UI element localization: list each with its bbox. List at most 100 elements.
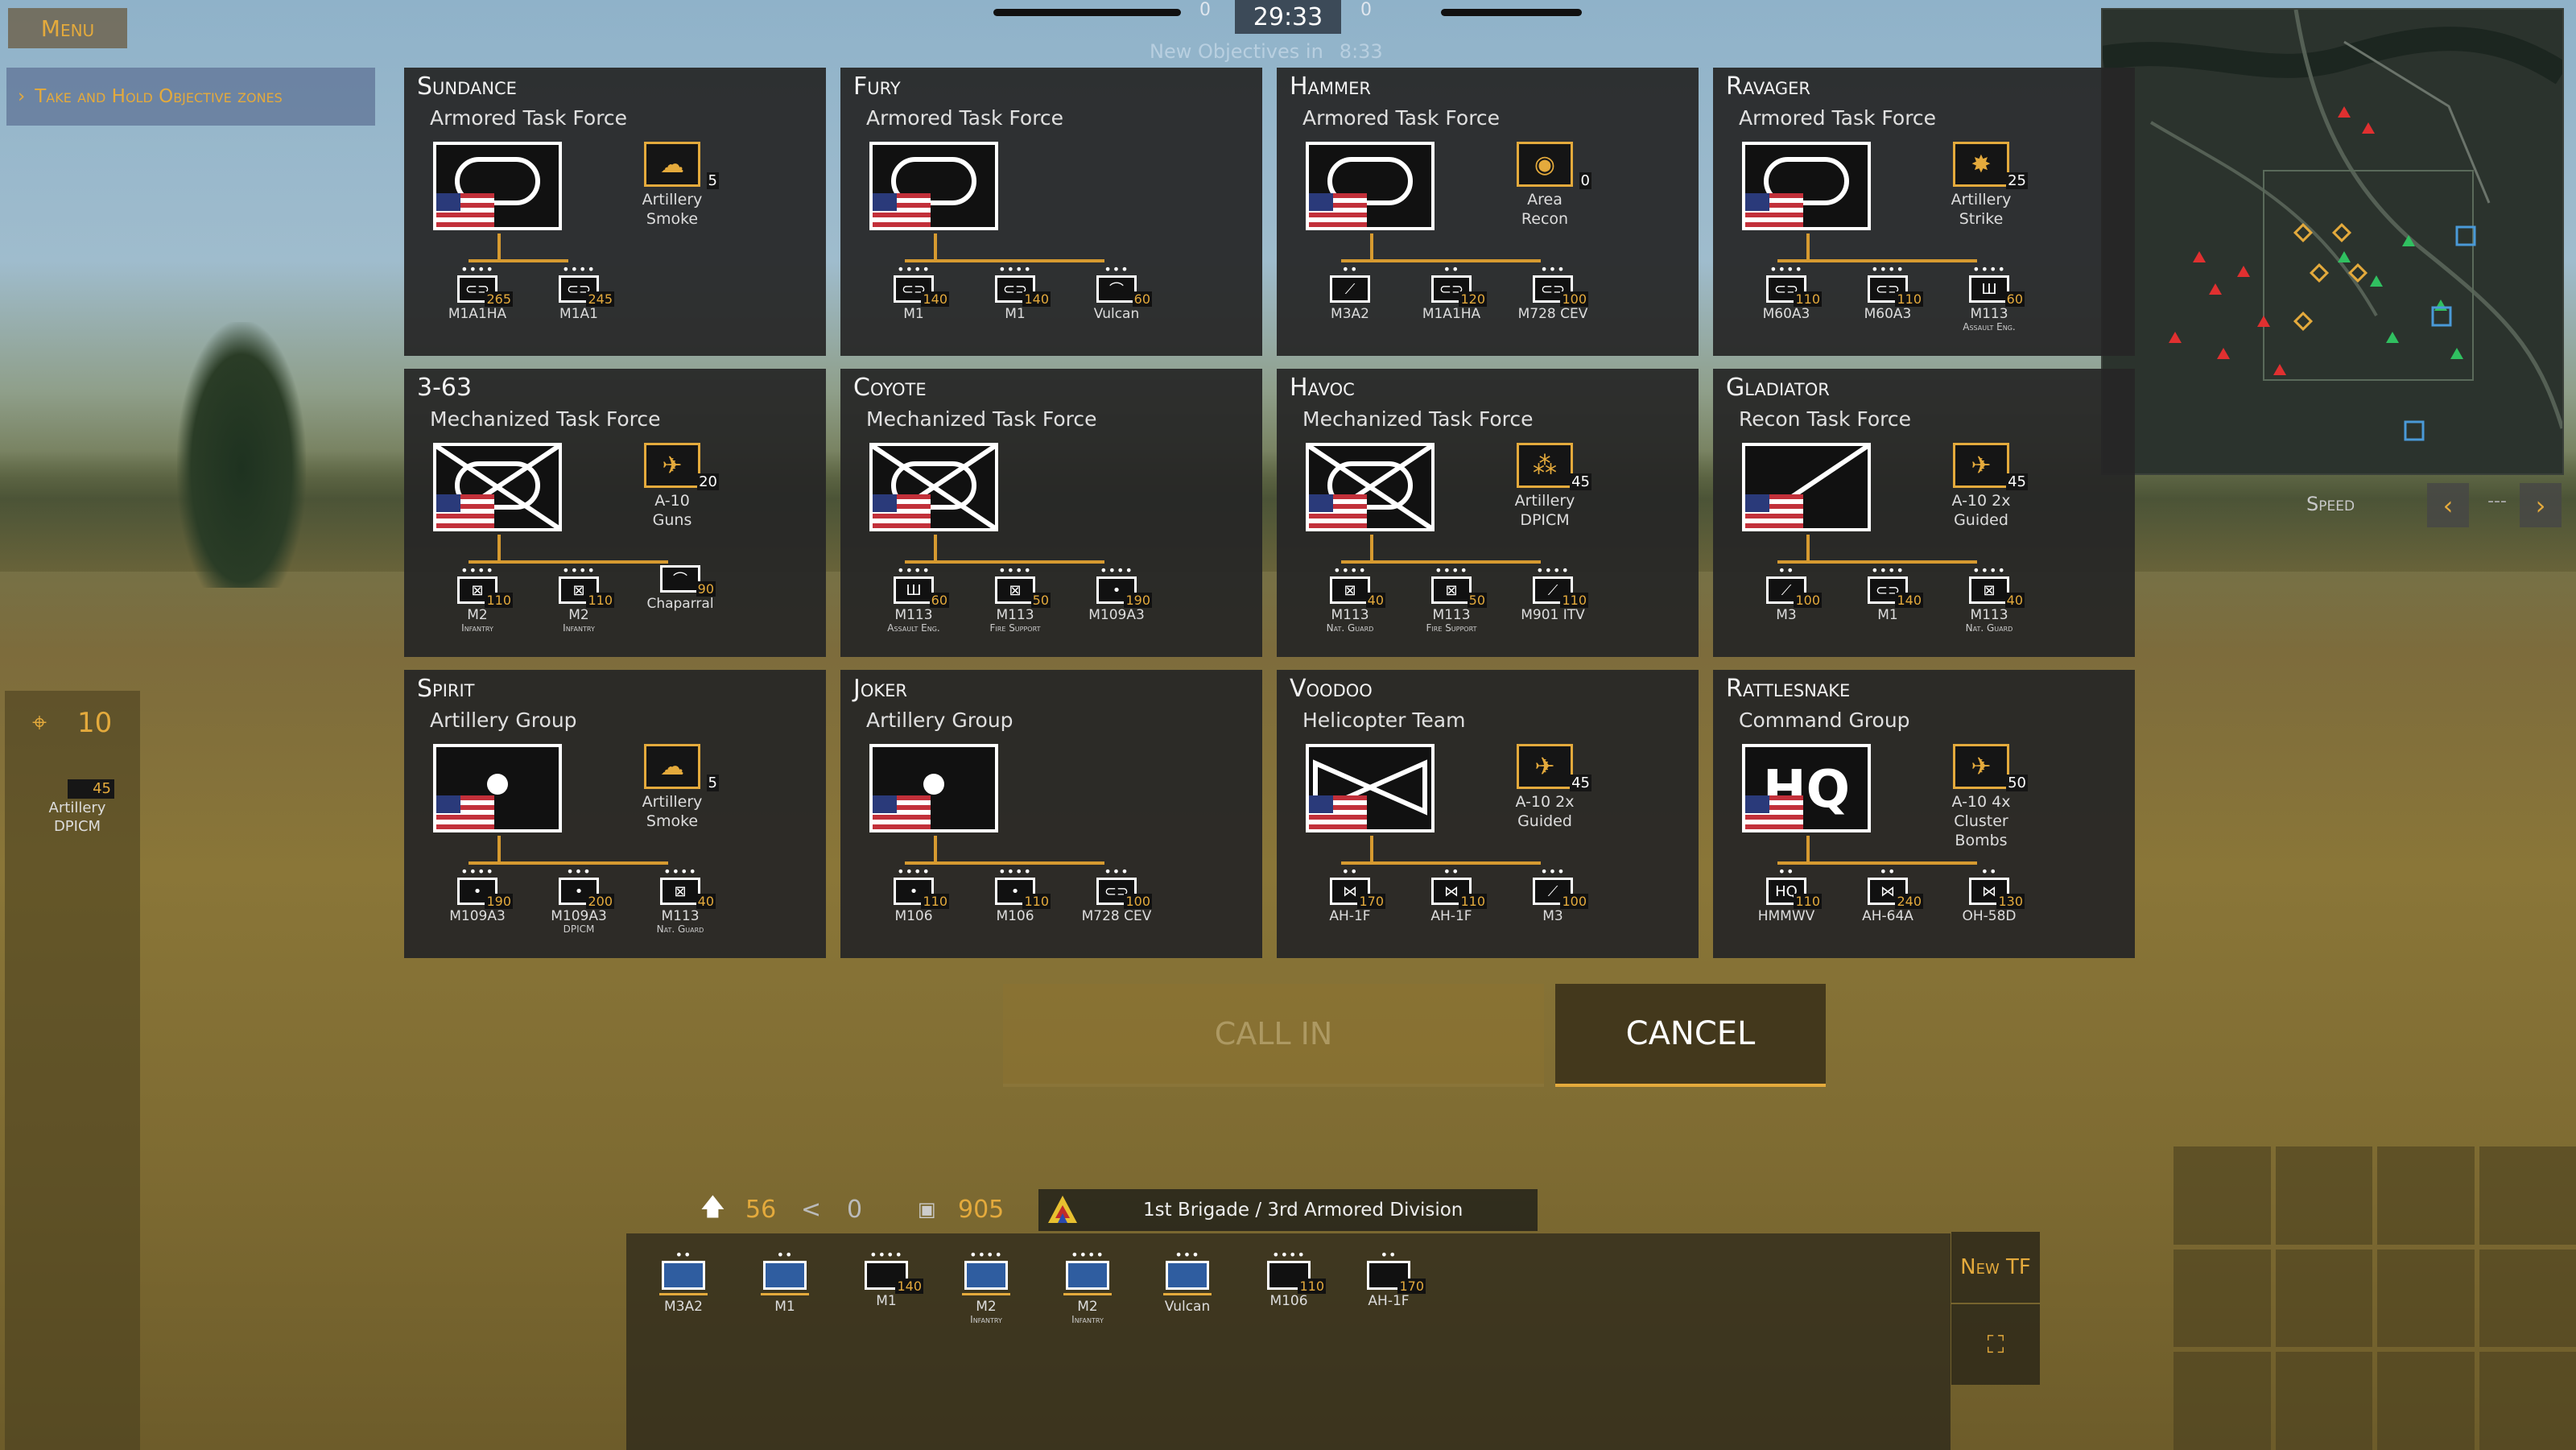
focus-camera-button[interactable]: ⛶: [1951, 1304, 2040, 1385]
task-force-card-hammer[interactable]: HammerArmored Task Force◉0Area Recon••⟋M…: [1277, 68, 1699, 356]
support-label[interactable]: Artillery DPICM: [37, 799, 118, 836]
unit-name: M1: [1837, 607, 1938, 623]
unit-eng[interactable]: ••••Ш60M113Assault Eng.: [1938, 264, 2040, 333]
grid-slot[interactable]: [2377, 1146, 2475, 1245]
unit-mech[interactable]: ••••⊠40M113Nat. Guard: [1299, 565, 1401, 634]
task-force-card-3-63[interactable]: 3-63Mechanized Task Force✈20A-10 Guns•••…: [404, 369, 826, 657]
unit-mech[interactable]: ••••⊠50M113Fire Support: [964, 565, 1066, 634]
unit-heli[interactable]: ••⋈110AH-1F: [1401, 866, 1502, 924]
unit-hq[interactable]: ••HQ110HMMWV: [1736, 866, 1837, 924]
unit-eng[interactable]: ••••Ш60M113Assault Eng.: [863, 565, 964, 634]
support-ability[interactable]: ◉0Area Recon: [1509, 142, 1581, 229]
task-force-card-voodoo[interactable]: VoodooHelicopter Team✈45A-10 2x Guided••…: [1277, 670, 1699, 958]
task-force-card-sundance[interactable]: SundanceArmored Task Force☁5Artillery Sm…: [404, 68, 826, 356]
unit-recon[interactable]: •••⟋100M3: [1502, 866, 1604, 924]
unit-armor[interactable]: •••⊂⊃100M728 CEV: [1066, 866, 1167, 924]
tray-unit[interactable]: •••Vulcan: [1137, 1250, 1238, 1315]
unit-mech[interactable]: ••••⊠110M2Infantry: [427, 565, 528, 634]
call-in-button[interactable]: CALL IN: [1003, 984, 1544, 1087]
unit-heli[interactable]: ••⋈130OH-58D: [1938, 866, 2040, 924]
speed-increase-button[interactable]: ›: [2520, 483, 2562, 527]
unit-armor[interactable]: ••••⊂⊃110M60A3: [1736, 264, 1837, 333]
menu-button[interactable]: Menu: [8, 8, 127, 48]
unit-armor[interactable]: ••⊂⊃120M1A1HA: [1401, 264, 1502, 322]
support-ability[interactable]: ✈20A-10 Guns: [636, 443, 708, 530]
grid-slot[interactable]: [2377, 1352, 2475, 1450]
unit-arty[interactable]: ••••200M109A3DPICM: [528, 866, 630, 935]
tray-unit[interactable]: ••M1: [734, 1250, 836, 1315]
support-ability[interactable]: ✈50A-10 4x Cluster Bombs: [1945, 744, 2017, 850]
us-flag-icon: [436, 193, 494, 227]
grid-slot[interactable]: [2377, 1250, 2475, 1348]
brigade-name: 1st Brigade / 3rd Armored Division: [1143, 1200, 1463, 1221]
grid-slot[interactable]: [2174, 1250, 2271, 1348]
support-ability[interactable]: ✈45A-10 2x Guided: [1945, 443, 2017, 530]
support-ability[interactable]: ✈45A-10 2x Guided: [1509, 744, 1581, 831]
unit-arty[interactable]: •••••110M106: [863, 866, 964, 924]
unit-count: 140: [1895, 593, 1923, 608]
tray-unit[interactable]: ••M3A2: [633, 1250, 734, 1315]
grid-slot[interactable]: [2276, 1250, 2373, 1348]
unit-mech[interactable]: ••••⊠40M113Nat. Guard: [630, 866, 731, 935]
unit-recon[interactable]: ••••⟋110M901 ITV: [1502, 565, 1604, 634]
unit-recon[interactable]: ••⟋100M3: [1736, 565, 1837, 634]
task-force-card-fury[interactable]: FuryArmored Task Force••••⊂⊃140M1••••⊂⊃1…: [840, 68, 1262, 356]
cancel-button[interactable]: CANCEL: [1555, 984, 1826, 1087]
grid-slot[interactable]: [2276, 1352, 2373, 1450]
unit-mech[interactable]: ••••⊠40M113Nat. Guard: [1938, 565, 2040, 634]
minimap[interactable]: [2101, 8, 2564, 475]
grid-slot[interactable]: [2479, 1250, 2576, 1348]
support-ability[interactable]: ⁂45Artillery DPICM: [1509, 443, 1581, 530]
unit-list: ••••Ш60M113Assault Eng.••••⊠50M113Fire S…: [863, 565, 1167, 634]
task-force-card-rattlesnake[interactable]: RattlesnakeCommand GroupHQ✈50A-10 4x Clu…: [1713, 670, 2135, 958]
unit-aa[interactable]: •••⌒60Vulcan: [1066, 264, 1167, 322]
tray-unit[interactable]: ••••110M106: [1238, 1250, 1340, 1309]
unit-arty[interactable]: •••••190M109A3: [427, 866, 528, 935]
unit-mech[interactable]: ••••⊠110M2Infantry: [528, 565, 630, 634]
task-force-card-spirit[interactable]: SpiritArtillery Group☁5Artillery Smoke••…: [404, 670, 826, 958]
unit-size-dots: ••••: [836, 1250, 937, 1261]
objective-banner[interactable]: › Take and Hold Objective zones: [6, 68, 375, 126]
speed-decrease-button[interactable]: ‹: [2427, 483, 2469, 527]
unit-armor[interactable]: ••••⊂⊃140M1: [1837, 565, 1938, 634]
new-task-force-button[interactable]: New TF: [1951, 1232, 2040, 1303]
unit-armor[interactable]: ••••⊂⊃245M1A1: [528, 264, 630, 322]
tray-unit[interactable]: ••••M2Infantry: [1037, 1250, 1138, 1325]
support-label: Artillery DPICM: [1509, 491, 1581, 530]
unit-armor[interactable]: •••⊂⊃100M728 CEV: [1502, 264, 1604, 322]
eye-icon: ◉0: [1517, 142, 1573, 187]
unit-arty[interactable]: •••••190M109A3: [1066, 565, 1167, 634]
task-force-card-havoc[interactable]: HavocMechanized Task Force⁂45Artillery D…: [1277, 369, 1699, 657]
task-force-card-coyote[interactable]: CoyoteMechanized Task Force••••Ш60M113As…: [840, 369, 1262, 657]
support-count: 25: [2006, 172, 2028, 189]
support-label: A-10 Guns: [636, 491, 708, 530]
unit-size-dots: •••: [528, 866, 630, 878]
unit-armor[interactable]: ••••⊂⊃140M1: [964, 264, 1066, 322]
unit-recon[interactable]: ••⟋M3A2: [1299, 264, 1401, 322]
unit-armor[interactable]: ••••⊂⊃265M1A1HA: [427, 264, 528, 322]
unit-armor[interactable]: ••••⊂⊃110M60A3: [1837, 264, 1938, 333]
support-label: A-10 4x Cluster Bombs: [1945, 792, 2017, 850]
tray-unit[interactable]: ••170AH-1F: [1338, 1250, 1439, 1309]
zero-count: 0: [847, 1196, 862, 1224]
grid-slot[interactable]: [2174, 1352, 2271, 1450]
unit-armor[interactable]: ••••⊂⊃140M1: [863, 264, 964, 322]
unit-aa[interactable]: ⌒90Chaparral: [630, 565, 731, 634]
support-ability[interactable]: ☁5Artillery Smoke: [636, 142, 708, 229]
unit-heli[interactable]: ••⋈170AH-1F: [1299, 866, 1401, 924]
us-flag-icon: [1309, 795, 1367, 829]
grid-slot[interactable]: [2479, 1352, 2576, 1450]
tray-unit[interactable]: ••••M2Infantry: [935, 1250, 1037, 1325]
unit-arty[interactable]: •••••110M106: [964, 866, 1066, 924]
task-force-card-gladiator[interactable]: GladiatorRecon Task Force✈45A-10 2x Guid…: [1713, 369, 2135, 657]
support-ability[interactable]: ☁5Artillery Smoke: [636, 744, 708, 831]
grid-slot[interactable]: [2479, 1146, 2576, 1245]
tray-unit[interactable]: ••••140M1: [836, 1250, 937, 1309]
task-force-card-joker[interactable]: JokerArtillery Group•••••110M106•••••110…: [840, 670, 1262, 958]
unit-heli[interactable]: ••⋈240AH-64A: [1837, 866, 1938, 924]
task-force-card-ravager[interactable]: RavagerArmored Task Force✸25Artillery St…: [1713, 68, 2135, 356]
support-ability[interactable]: ✸25Artillery Strike: [1945, 142, 2017, 229]
unit-mech[interactable]: ••••⊠50M113Fire Support: [1401, 565, 1502, 634]
grid-slot[interactable]: [2276, 1146, 2373, 1245]
grid-slot[interactable]: [2174, 1146, 2271, 1245]
